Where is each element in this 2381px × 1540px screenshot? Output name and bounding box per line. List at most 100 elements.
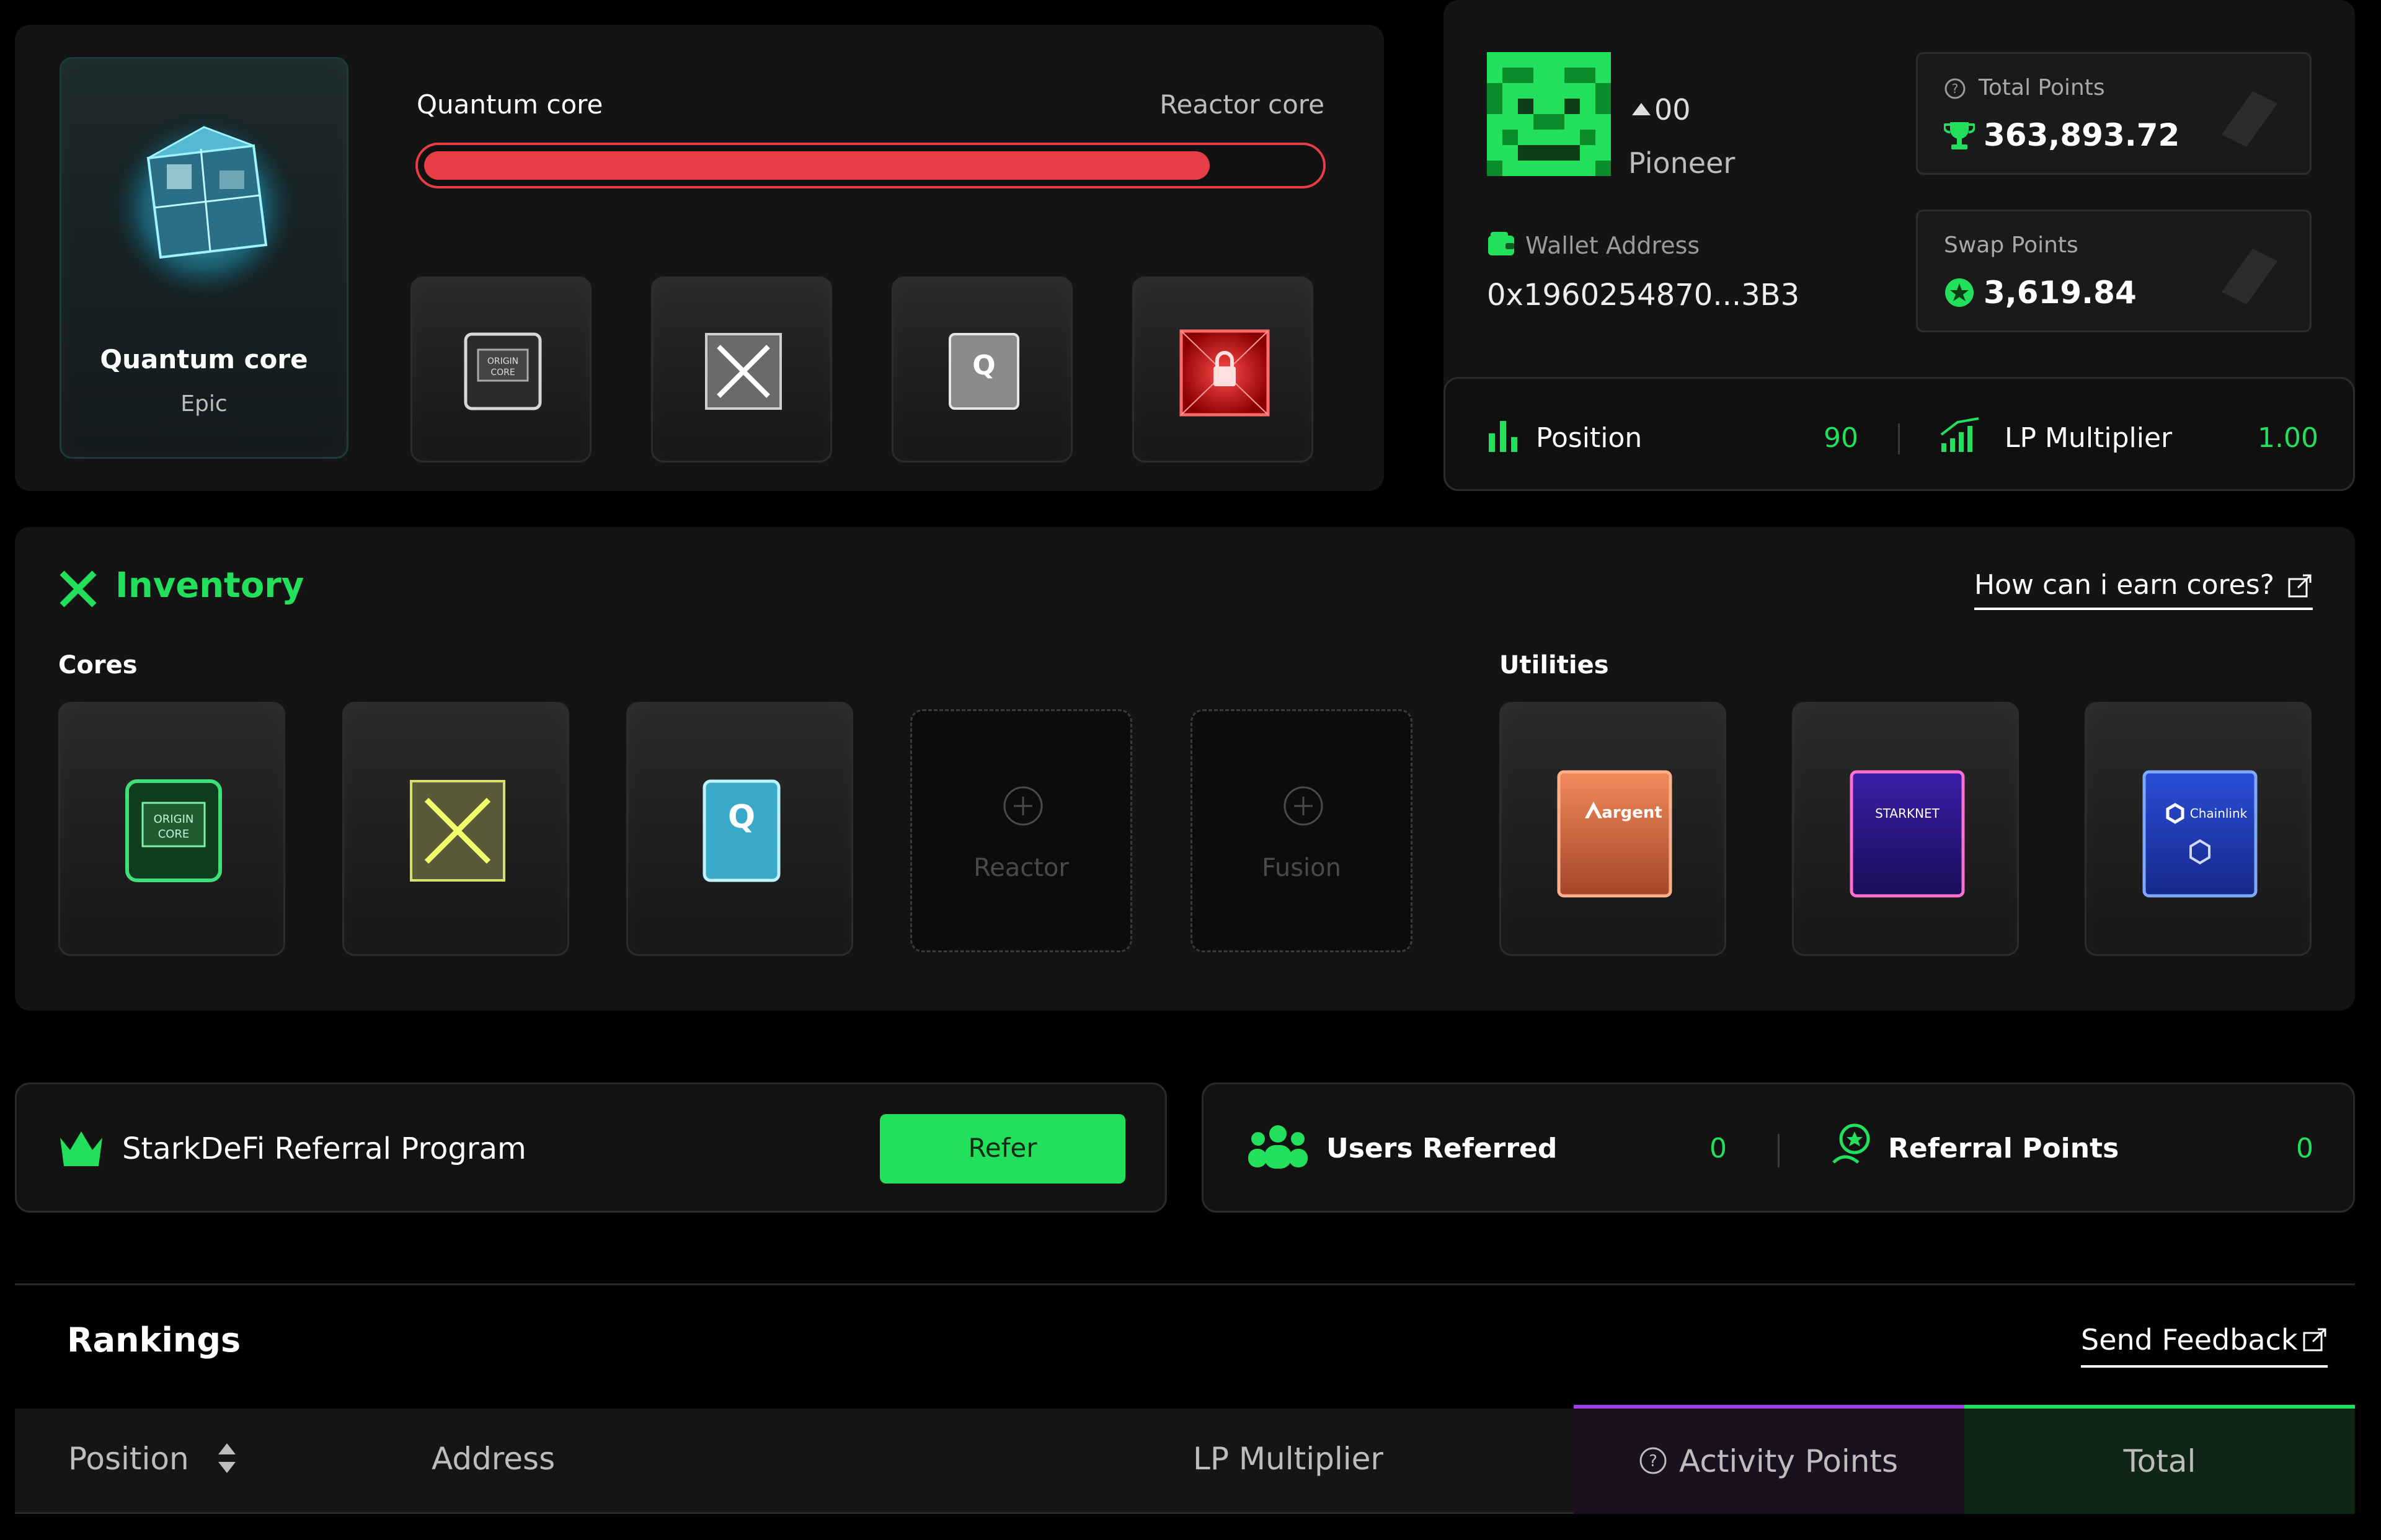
earn-cores-link[interactable]: How can i earn cores? (1974, 569, 2313, 610)
position-label: Position (1536, 422, 1643, 454)
core-progress-fill (424, 151, 1210, 180)
users-referred-label: Users Referred (1326, 1133, 1558, 1164)
svg-text:?: ? (1952, 81, 1959, 96)
current-core-card[interactable]: Quantum core Epic (60, 57, 348, 459)
send-feedback-label: Send Feedback (2081, 1323, 2298, 1356)
column-activity-points[interactable]: ? Activity Points (1574, 1405, 1964, 1514)
rankings-table-header: Position Address LP Multiplier ? Activit… (15, 1405, 2355, 1514)
wallet-icon (1487, 231, 1515, 257)
current-core-rarity: Epic (180, 391, 228, 417)
argent-label: argent (1602, 803, 1662, 822)
utility-chainlink[interactable]: Chainlink (2085, 702, 2312, 956)
chainlink-label: Chainlink (2190, 806, 2248, 821)
column-activity-points-label: Activity Points (1679, 1443, 1899, 1479)
send-feedback-link[interactable]: Send Feedback (2081, 1323, 2328, 1368)
plus-circle-icon (1283, 785, 1324, 826)
x-core-yellow-icon (396, 766, 520, 896)
empty-slot-fusion[interactable]: Fusion (1190, 709, 1412, 952)
core-slot-quantum[interactable]: Q (892, 277, 1073, 462)
origin-core-icon: ORIGIN CORE (453, 322, 552, 421)
rankings-divider (15, 1283, 2355, 1285)
starknet-box-icon: STARKNET (1839, 753, 1975, 908)
svg-text:CORE: CORE (490, 368, 515, 378)
svg-text:ORIGIN: ORIGIN (154, 813, 194, 826)
external-link-icon (2287, 573, 2313, 599)
starknet-label: STARKNET (1875, 806, 1940, 821)
progress-right-label: Reactor core (1159, 89, 1324, 120)
empty-slot-label: Fusion (1262, 854, 1341, 882)
quantum-core-image (105, 102, 303, 301)
signal-growth-icon (1939, 416, 1982, 453)
lp-value: 1.00 (2258, 422, 2318, 454)
info-icon: ? (1638, 1446, 1668, 1476)
total-points-value: 363,893.72 (1984, 117, 2180, 153)
argent-box-icon: argent (1546, 753, 1683, 908)
inventory-title: Inventory (115, 565, 304, 606)
info-icon[interactable]: ? (1944, 77, 1966, 100)
lp-label: LP Multiplier (2005, 422, 2173, 454)
inventory-core-quantum[interactable]: Q (626, 702, 853, 956)
svg-text:CORE: CORE (158, 828, 190, 841)
utility-starknet[interactable]: STARKNET (1792, 702, 2019, 956)
swap-points-card: Swap Points 3,619.84 (1916, 210, 2312, 332)
quantum-core-gray-icon: Q (934, 322, 1034, 421)
svg-text:Q: Q (972, 350, 995, 381)
referral-points-label: Referral Points (1888, 1133, 2119, 1164)
refer-button[interactable]: Refer (880, 1114, 1125, 1184)
swap-points-value: 3,619.84 (1984, 275, 2137, 311)
earn-cores-link-label: How can i earn cores? (1974, 569, 2275, 601)
divider (1778, 1134, 1780, 1167)
divider (1898, 423, 1900, 454)
current-core-name: Quantum core (100, 344, 308, 374)
referral-stats-panel: Users Referred 0 Referral Points 0 (1202, 1082, 2355, 1213)
wallet-label: Wallet Address (1525, 232, 1700, 259)
plus-circle-icon (1003, 785, 1044, 826)
column-total[interactable]: Total (1964, 1405, 2355, 1514)
avatar[interactable] (1487, 52, 1611, 176)
x-core-icon (694, 322, 793, 421)
position-lp-bar: Position 90 LP Multiplier 1.00 (1443, 377, 2355, 491)
empty-slot-reactor[interactable]: Reactor (910, 709, 1132, 952)
total-points-card: ? Total Points 363,893.72 (1916, 52, 2312, 175)
position-value: 90 (1824, 422, 1858, 454)
external-link-icon (2302, 1327, 2328, 1353)
core-progress-bar (415, 143, 1326, 188)
column-total-label: Total (2123, 1443, 2196, 1479)
column-lp-multiplier: LP Multiplier (1193, 1441, 1383, 1477)
core-slot-x[interactable] (651, 277, 832, 462)
bar-chart-icon (1488, 418, 1519, 453)
refer-button-label: Refer (968, 1133, 1037, 1163)
utilities-label: Utilities (1499, 651, 1609, 679)
locked-reactor-icon (1169, 316, 1280, 427)
users-referred-value: 0 (1709, 1133, 1727, 1164)
inventory-core-x[interactable] (342, 702, 569, 956)
referral-program-panel: StarkDeFi Referral Program Refer (15, 1082, 1167, 1213)
core-slot-locked[interactable] (1132, 277, 1313, 462)
core-slot-origin[interactable]: ORIGIN CORE (410, 277, 592, 462)
wallet-value[interactable]: 0x1960254870...3B3 (1487, 278, 1799, 312)
svg-text:?: ? (1649, 1452, 1657, 1471)
crown-icon (58, 1129, 105, 1169)
rank-title: Pioneer (1628, 146, 1736, 180)
total-points-label: Total Points (1979, 75, 2105, 100)
sort-icon[interactable] (216, 1441, 238, 1476)
progress-left-label: Quantum core (417, 89, 603, 120)
swap-points-label: Swap Points (1944, 232, 2078, 258)
users-group-icon (1247, 1123, 1309, 1170)
rankings-title: Rankings (67, 1321, 241, 1360)
inventory-x-icon (58, 569, 98, 609)
rank-up-icon (1631, 102, 1652, 117)
svg-text:ORIGIN: ORIGIN (487, 356, 518, 366)
svg-text:Q: Q (728, 799, 755, 836)
trophy-icon (1944, 120, 1975, 152)
rank-badge: 00 (1654, 93, 1691, 126)
origin-core-green-icon: ORIGIN CORE (112, 766, 236, 896)
utility-argent[interactable]: argent (1499, 702, 1726, 956)
referral-points-value: 0 (2296, 1133, 2313, 1164)
inventory-core-origin[interactable]: ORIGIN CORE (58, 702, 285, 956)
column-address: Address (432, 1441, 556, 1477)
empty-slot-label: Reactor (973, 854, 1069, 882)
column-position[interactable]: Position (68, 1441, 189, 1477)
referral-title: StarkDeFi Referral Program (122, 1131, 526, 1166)
watermark-logo-icon (2209, 79, 2290, 159)
